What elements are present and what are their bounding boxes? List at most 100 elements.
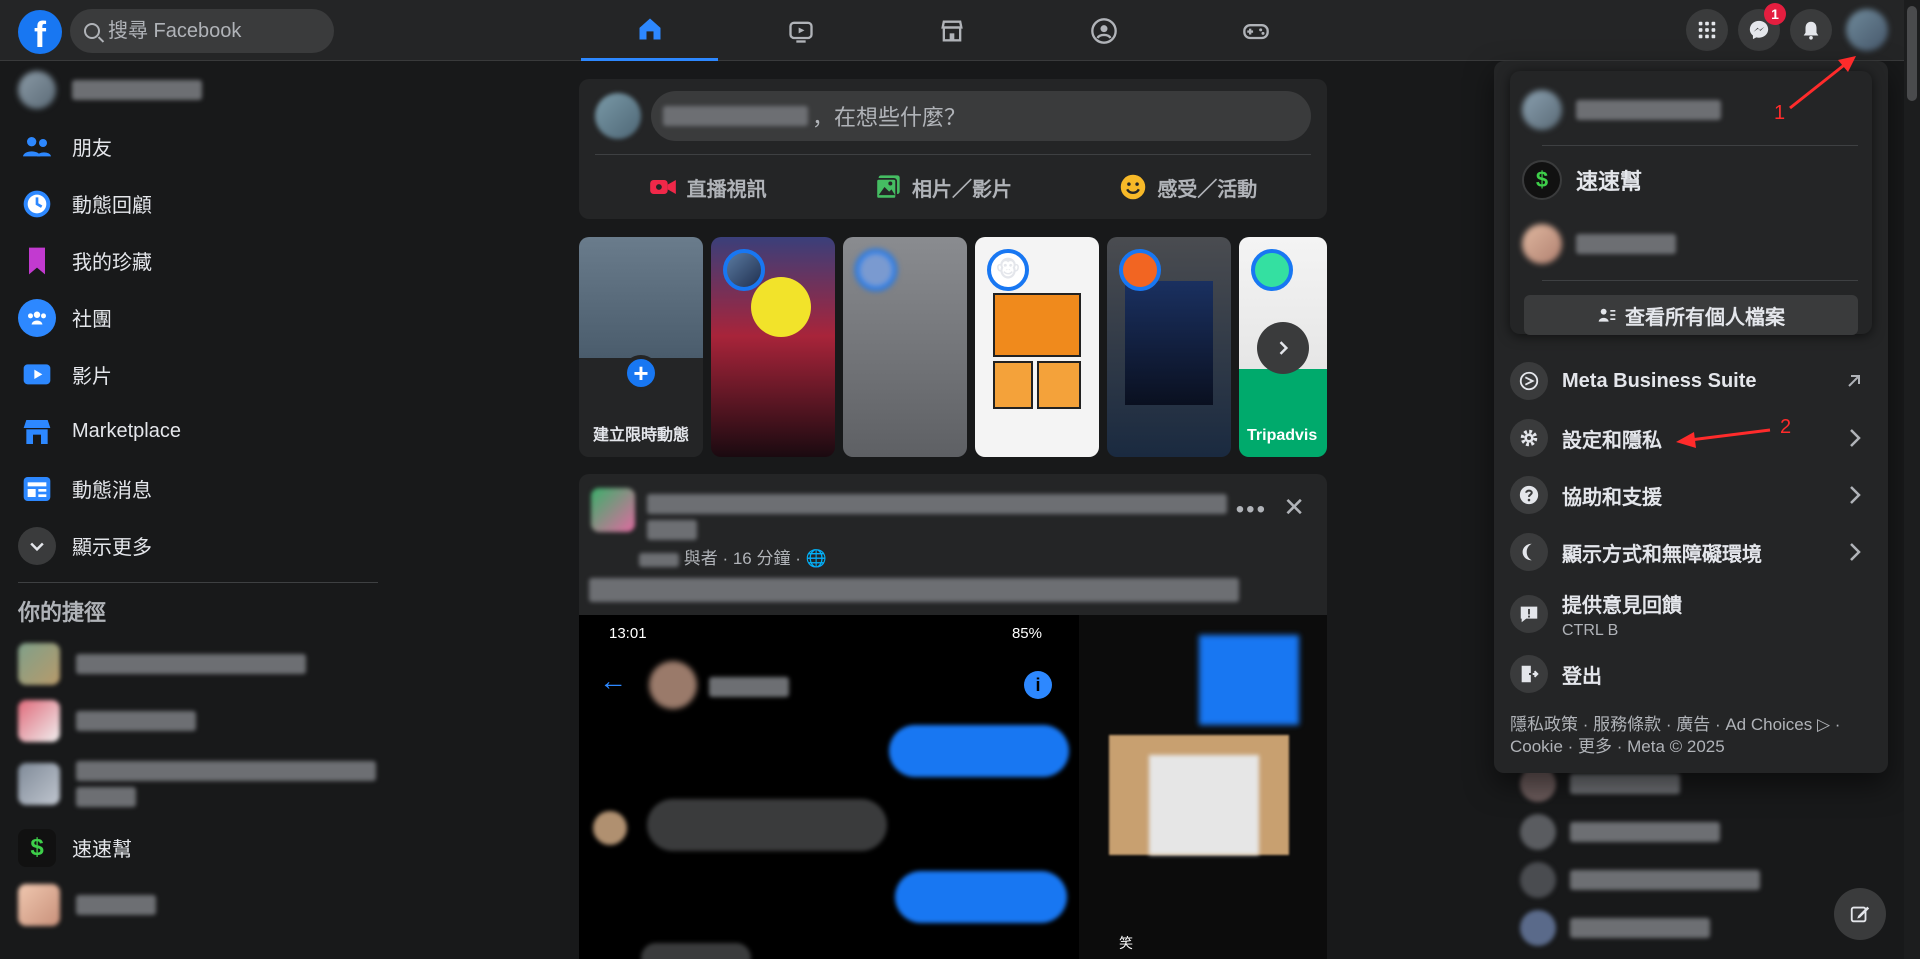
sidebar-item-label: 朋友 — [72, 138, 112, 160]
notifications-button[interactable] — [1790, 9, 1832, 51]
shortcut-item[interactable] — [0, 876, 380, 933]
see-all-profiles-button[interactable]: 查看所有個人檔案 — [1524, 295, 1858, 335]
story-caption: Tripadvis — [1247, 427, 1318, 444]
tab-home[interactable] — [581, 0, 718, 61]
tab-video[interactable] — [732, 0, 869, 61]
avatar — [1522, 224, 1562, 264]
search-icon — [84, 23, 100, 39]
create-story-card[interactable]: + 建立限時動態 — [579, 237, 703, 457]
chevron-right-icon — [1850, 543, 1861, 561]
menu-item-business-suite[interactable]: Meta Business Suite — [1502, 353, 1880, 409]
sidebar-item-memories[interactable]: 動態回顧 — [0, 175, 380, 232]
screenshot-image: 13:01 85% ← i — [579, 615, 1076, 959]
new-message-button[interactable] — [1834, 888, 1886, 940]
shortcut-thumbnail — [18, 883, 60, 926]
close-icon[interactable]: ✕ — [1283, 492, 1305, 523]
current-profile[interactable] — [1522, 83, 1721, 137]
feeling-icon — [1121, 174, 1146, 200]
account-menu: $ 速速幫 查看所有個人檔案 Meta Business Suite 設定和隱私… — [1494, 61, 1888, 773]
photo-video-button[interactable]: 相片／影片 — [874, 173, 1012, 202]
shortcut-item[interactable] — [0, 692, 380, 749]
comic-panel-image — [993, 293, 1081, 357]
feeling-activity-button[interactable]: 感受／活動 — [1119, 173, 1257, 202]
story-card[interactable] — [711, 237, 835, 457]
post-author-avatar[interactable] — [591, 488, 635, 532]
shortcut-item[interactable] — [0, 635, 380, 692]
menu-item-settings-privacy[interactable]: 設定和隱私 — [1502, 410, 1880, 466]
chat-bubble — [641, 943, 751, 959]
sidebar-item-label: Marketplace — [72, 420, 181, 442]
tab-gaming[interactable] — [1187, 0, 1324, 61]
sidebar-item-groups[interactable]: 社團 — [0, 289, 380, 346]
shortcut-thumbnail — [18, 642, 60, 685]
live-video-icon — [649, 180, 676, 194]
search-input[interactable] — [108, 19, 308, 43]
video-icon — [18, 356, 56, 394]
sidebar-item-marketplace[interactable]: Marketplace — [0, 403, 380, 460]
business-suite-icon — [1510, 362, 1548, 400]
menu-button[interactable] — [1686, 9, 1728, 51]
contacts-list — [1520, 760, 1880, 952]
sidebar-item-label: 顯示更多 — [72, 537, 152, 559]
info-icon: i — [1024, 671, 1052, 699]
avatar — [1522, 90, 1562, 130]
home-icon — [639, 18, 660, 40]
post-text-redacted — [589, 578, 1239, 602]
more-options-button[interactable]: ••• — [1236, 496, 1267, 524]
annotation-number: 1 — [1774, 102, 1786, 124]
memories-icon — [18, 185, 56, 223]
menu-footer-links[interactable]: 隱私政策 · 服務條款 · 廣告 · Ad Choices ▷ · Cookie… — [1510, 714, 1880, 758]
page-profile[interactable]: $ 速速幫 — [1522, 153, 1642, 207]
shortcut-name-redacted — [76, 653, 306, 674]
story-card[interactable]: 🐵 — [975, 237, 1099, 457]
other-profile[interactable] — [1522, 217, 1676, 271]
comic-panel-image — [1037, 361, 1081, 409]
shortcut-name-redacted — [76, 761, 376, 781]
scrollbar[interactable] — [1904, 0, 1920, 959]
profile-name-redacted — [1576, 100, 1721, 120]
sidebar-item-saved[interactable]: 我的珍藏 — [0, 232, 380, 289]
menu-item-label: 協助和支援 — [1562, 486, 1662, 509]
tab-marketplace[interactable] — [883, 0, 1020, 61]
photo-icon — [875, 175, 900, 200]
composer-input[interactable]: ，在想些什麼？ — [651, 91, 1311, 141]
page-profile-name: 速速幫 — [1576, 169, 1643, 194]
tab-groups[interactable] — [1035, 0, 1172, 61]
avatar — [18, 70, 56, 109]
avatar[interactable] — [595, 93, 641, 139]
shortcut-item[interactable]: $ 速速幫 — [0, 819, 380, 876]
see-all-profiles-label: 查看所有個人檔案 — [1625, 306, 1785, 329]
account-avatar-button[interactable] — [1846, 9, 1888, 51]
story-card[interactable] — [843, 237, 967, 457]
menu-item-help-support[interactable]: 協助和支援 — [1502, 467, 1880, 523]
menu-item-logout[interactable]: 登出 — [1502, 646, 1880, 702]
live-video-button[interactable]: 直播視訊 — [649, 173, 767, 202]
sidebar-item-label: 動態回顧 — [72, 195, 152, 217]
messenger-button[interactable]: 1 — [1738, 3, 1786, 51]
live-video-label: 直播視訊 — [686, 178, 767, 201]
back-arrow-icon: ← — [599, 665, 627, 696]
menu-item-display-accessibility[interactable]: 顯示方式和無障礙環境 — [1502, 524, 1880, 580]
story-avatar — [1119, 249, 1161, 291]
create-story-caption: 建立限時動態 — [592, 427, 689, 444]
post-media[interactable]: 13:01 85% ← i 笑 — [579, 615, 1327, 959]
sidebar-item-feeds[interactable]: 動態消息 — [0, 460, 380, 517]
stories-next-button[interactable] — [1257, 322, 1309, 374]
sidebar-item-show-more[interactable]: 顯示更多 — [0, 517, 380, 574]
chevron-right-icon — [1279, 341, 1289, 355]
story-card[interactable] — [1107, 237, 1231, 457]
menu-item-label: 顯示方式和無障礙環境 — [1562, 543, 1762, 566]
scrollbar-thumb[interactable] — [1907, 6, 1917, 101]
sidebar-item-video[interactable]: 影片 — [0, 346, 380, 403]
story-image — [1125, 281, 1213, 405]
sidebar-item-friends[interactable]: 朋友 — [0, 118, 380, 175]
story-avatar — [1251, 249, 1293, 291]
shortcut-item[interactable] — [0, 749, 380, 819]
search-box[interactable] — [70, 9, 334, 53]
facebook-logo[interactable]: f — [18, 10, 62, 54]
sidebar-item-profile[interactable] — [0, 61, 380, 118]
groups-icon — [1090, 17, 1117, 44]
globe-icon: 🌐 — [805, 549, 827, 568]
menu-item-give-feedback[interactable]: 提供意見回饋 CTRL B — [1502, 583, 1880, 645]
keyboard-shortcut-hint: CTRL B — [1562, 621, 1619, 639]
